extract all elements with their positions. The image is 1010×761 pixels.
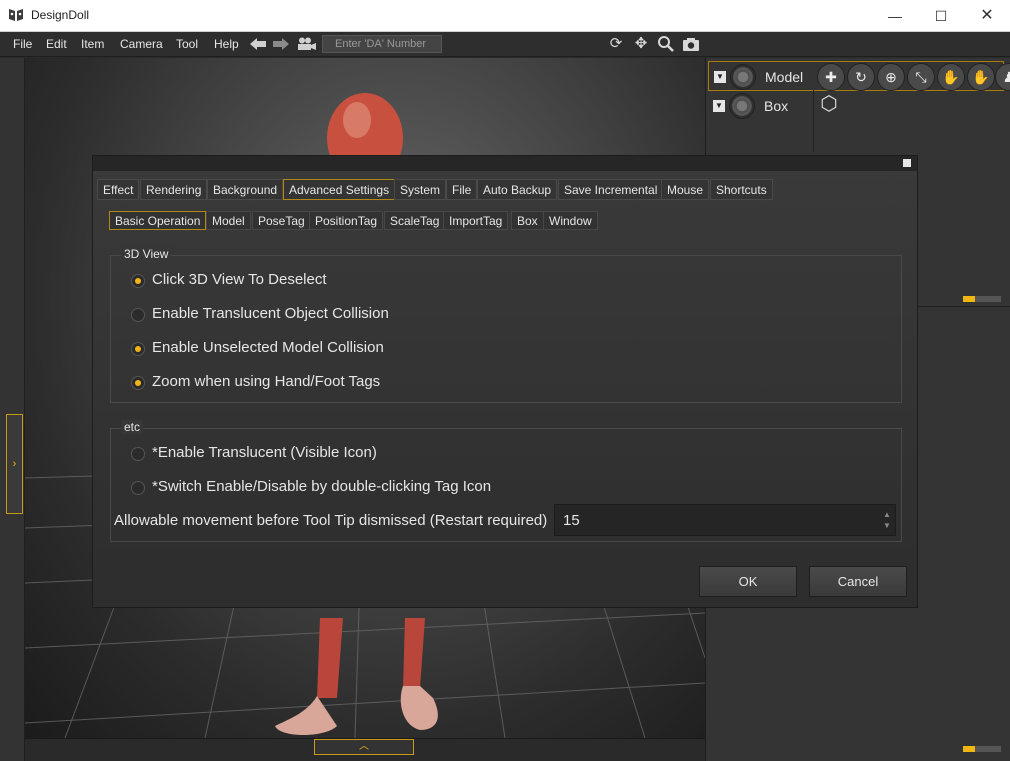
dropdown-arrow-icon[interactable]: ▼ bbox=[714, 71, 726, 83]
radio-button[interactable] bbox=[131, 447, 145, 461]
rotate-tool-icon[interactable]: ↻ bbox=[847, 63, 875, 91]
minimize-button[interactable]: — bbox=[872, 0, 918, 32]
group-title: 3D View bbox=[121, 247, 172, 261]
tab-rendering[interactable]: Rendering bbox=[140, 179, 208, 200]
doll-right-leg[interactable] bbox=[403, 618, 425, 688]
subtab-positiontag[interactable]: PositionTag bbox=[309, 211, 384, 230]
radio-button[interactable] bbox=[131, 308, 145, 322]
radio-button[interactable] bbox=[131, 274, 145, 288]
tab-effect[interactable]: Effect bbox=[97, 179, 140, 200]
subtab-scaletag[interactable]: ScaleTag bbox=[384, 211, 446, 230]
subtab-model[interactable]: Model bbox=[206, 211, 251, 230]
menu-file[interactable]: File bbox=[13, 37, 32, 51]
bottom-bar: ︿ bbox=[25, 738, 705, 761]
cube-icon[interactable]: ⬡ bbox=[816, 90, 842, 118]
da-number-input[interactable]: Enter 'DA' Number bbox=[322, 35, 442, 53]
group-3d-view: 3D View Click 3D View To Deselect Enable… bbox=[110, 247, 902, 403]
move-icon[interactable]: ✥ bbox=[631, 35, 651, 53]
dropdown-arrow-icon[interactable]: ▼ bbox=[713, 100, 725, 112]
screenshot-camera-icon[interactable] bbox=[681, 35, 701, 53]
cancel-button[interactable]: Cancel bbox=[809, 566, 907, 597]
panel-scroll-indicator[interactable] bbox=[963, 746, 1001, 752]
menu-bar: File Edit Item Camera Tool Help Enter 'D… bbox=[0, 32, 1010, 57]
zoom-icon[interactable] bbox=[656, 35, 676, 53]
tab-shortcuts[interactable]: Shortcuts bbox=[710, 179, 773, 200]
back-arrow-icon[interactable] bbox=[249, 37, 267, 51]
left-hand-icon[interactable]: ✋ bbox=[937, 63, 965, 91]
option-label: Enable Unselected Model Collision bbox=[152, 339, 384, 356]
tab-auto-backup[interactable]: Auto Backup bbox=[477, 179, 558, 200]
tab-file[interactable]: File bbox=[446, 179, 478, 200]
scene-item-model[interactable]: ▼ Model ✚ ↻ ⊕ ⤡ ✋ ✋ ♟ bbox=[708, 61, 1010, 91]
radio-button[interactable] bbox=[131, 376, 145, 390]
rotate-icon[interactable]: ⟳ bbox=[606, 35, 626, 53]
window-title: DesignDoll bbox=[31, 8, 90, 22]
right-hand-icon[interactable]: ✋ bbox=[967, 63, 995, 91]
dialog-title-bar bbox=[93, 156, 917, 171]
spin-arrows-icon[interactable]: ▲ ▼ bbox=[883, 509, 891, 531]
tab-system[interactable]: System bbox=[394, 179, 447, 200]
menu-item[interactable]: Item bbox=[81, 37, 104, 51]
left-side-panel: › bbox=[0, 58, 25, 761]
subtab-importtag[interactable]: ImportTag bbox=[443, 211, 509, 230]
option-label: *Enable Translucent (Visible Icon) bbox=[152, 444, 377, 461]
doll-left-foot[interactable] bbox=[275, 696, 337, 735]
expand-left-panel-button[interactable]: › bbox=[6, 414, 23, 514]
maximize-button[interactable]: ☐ bbox=[918, 0, 964, 32]
subtab-basic-operation[interactable]: Basic Operation bbox=[109, 211, 207, 230]
subtab-box[interactable]: Box bbox=[511, 211, 544, 230]
option-label: Zoom when using Hand/Foot Tags bbox=[152, 373, 381, 390]
designdoll-logo-icon bbox=[9, 9, 23, 21]
visibility-eye-icon[interactable] bbox=[729, 93, 755, 119]
tab-save-incremental[interactable]: Save Incremental bbox=[558, 179, 664, 200]
head-highlight bbox=[343, 102, 371, 138]
subtab-posetag[interactable]: PoseTag bbox=[252, 211, 311, 230]
panel-divider bbox=[813, 90, 814, 152]
tab-mouse[interactable]: Mouse bbox=[661, 179, 710, 200]
movement-value[interactable]: 15 bbox=[563, 512, 580, 529]
scene-item-box[interactable]: ▼ Box bbox=[708, 91, 1004, 121]
foot-icon[interactable]: ♟ bbox=[995, 63, 1010, 91]
menu-edit[interactable]: Edit bbox=[46, 37, 67, 51]
scene-item-label: Box bbox=[764, 98, 789, 114]
option-label: Enable Translucent Object Collision bbox=[152, 305, 389, 322]
menu-camera[interactable]: Camera bbox=[120, 37, 163, 51]
zoom-tool-icon[interactable]: ⊕ bbox=[877, 63, 905, 91]
forward-arrow-icon[interactable] bbox=[272, 37, 290, 51]
tab-advanced-settings[interactable]: Advanced Settings bbox=[283, 179, 396, 200]
settings-dialog: Effect Rendering Background Advanced Set… bbox=[92, 155, 918, 608]
panel-scroll-indicator[interactable] bbox=[963, 296, 1001, 302]
menu-tool[interactable]: Tool bbox=[176, 37, 198, 51]
menu-help[interactable]: Help bbox=[214, 37, 239, 51]
camera-record-icon[interactable] bbox=[297, 37, 317, 51]
scene-item-label: Model bbox=[765, 69, 804, 85]
doll-right-foot[interactable] bbox=[400, 686, 438, 730]
option-label: Click 3D View To Deselect bbox=[152, 271, 327, 288]
movement-label: Allowable movement before Tool Tip dismi… bbox=[114, 512, 548, 529]
option-label: *Switch Enable/Disable by double-clickin… bbox=[152, 478, 492, 495]
tab-background[interactable]: Background bbox=[207, 179, 284, 200]
radio-button[interactable] bbox=[131, 342, 145, 356]
doll-left-leg[interactable] bbox=[317, 618, 343, 698]
subtab-window[interactable]: Window bbox=[543, 211, 598, 230]
close-button[interactable]: ✕ bbox=[964, 0, 1010, 32]
group-title: etc bbox=[121, 420, 144, 434]
visibility-eye-icon[interactable] bbox=[730, 64, 756, 90]
body-select-icon[interactable]: ✚ bbox=[817, 63, 845, 91]
movement-spinbox[interactable]: 15 ▲ ▼ bbox=[554, 504, 896, 536]
scale-tool-icon[interactable]: ⤡ bbox=[907, 63, 935, 91]
title-bar: DesignDoll — ☐ ✕ bbox=[0, 0, 1010, 32]
expand-bottom-panel-button[interactable]: ︿ bbox=[314, 739, 414, 755]
panel-separator bbox=[918, 306, 1010, 307]
radio-button[interactable] bbox=[131, 481, 145, 495]
ok-button[interactable]: OK bbox=[699, 566, 797, 597]
dialog-maximize-button[interactable] bbox=[903, 159, 911, 167]
